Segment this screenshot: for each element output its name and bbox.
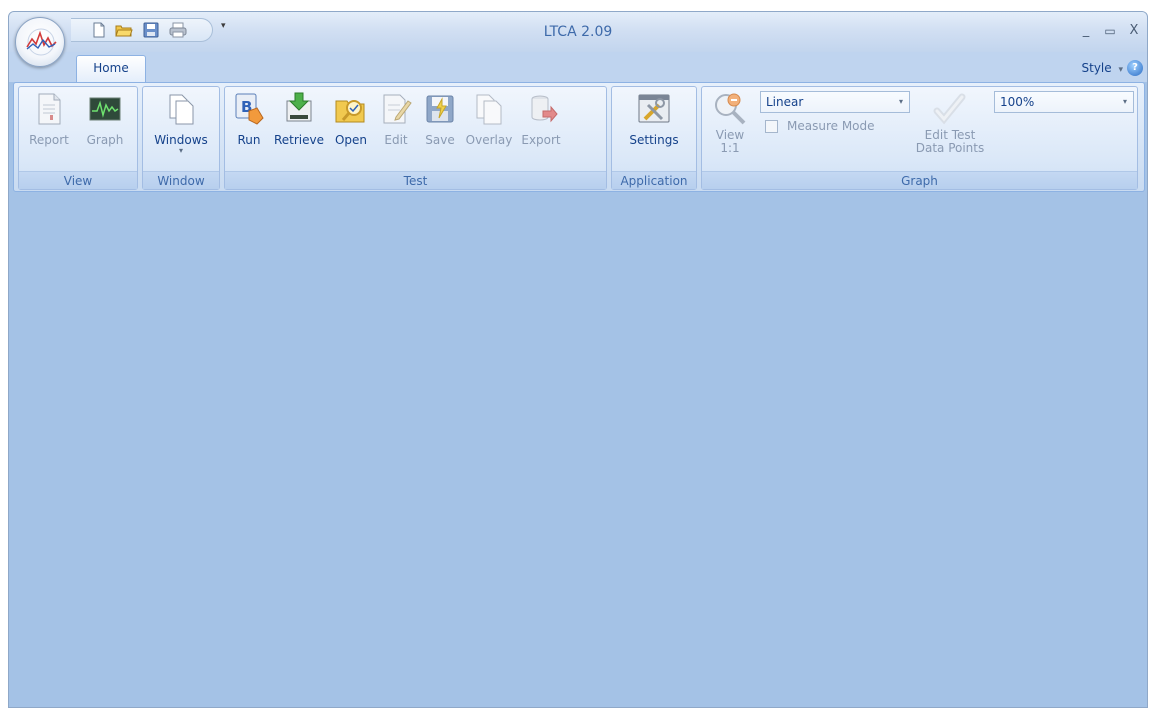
chevron-down-icon: ▾ <box>1118 65 1123 75</box>
settings-icon <box>636 91 672 127</box>
overlay-button[interactable]: Overlay <box>463 91 515 163</box>
ribbon-group-application: Settings Application <box>611 86 697 190</box>
open-button[interactable]: Open <box>329 91 373 163</box>
app-window: ▾ LTCA 2.09 _ ▭ X Home Style ▾ ? Report <box>8 11 1148 708</box>
view-1-1-button[interactable]: View 1:1 <box>708 91 752 163</box>
export-button[interactable]: Export <box>517 91 565 163</box>
run-label: Run <box>237 133 261 147</box>
retrieve-icon <box>281 91 317 127</box>
chevron-down-icon: ▾ <box>178 146 183 155</box>
chevron-down-icon: ▾ <box>898 97 903 106</box>
graph-button[interactable]: Graph <box>78 91 132 163</box>
overlay-icon <box>471 91 507 127</box>
ribbon-group-graph: View 1:1 Linear ▾ Measure Mode Edit Test… <box>701 86 1138 190</box>
ribbon-group-test: B Run Retrieve Open Edit Save Overlay Ex… <box>224 86 607 190</box>
measure-mode-label: Measure Mode <box>787 119 875 133</box>
retrieve-label: Retrieve <box>273 133 325 147</box>
group-label-graph: Graph <box>702 171 1137 189</box>
scale-select-value: Linear <box>766 95 804 109</box>
title-bar: ▾ LTCA 2.09 _ ▭ X <box>9 12 1147 67</box>
group-label-window: Window <box>143 171 219 189</box>
view-label-line2: 1:1 <box>720 141 740 155</box>
maximize-button[interactable]: ▭ <box>1101 24 1119 38</box>
scale-select[interactable]: Linear ▾ <box>760 91 910 113</box>
close-button[interactable]: X <box>1125 24 1143 38</box>
app-menu-orb-icon[interactable] <box>15 17 65 67</box>
group-label-application: Application <box>612 171 696 189</box>
zoom-out-icon <box>712 91 748 127</box>
edit-test-data-points-button[interactable]: Edit Test Data Points <box>910 91 990 163</box>
ribbon-tab-strip: Home Style ▾ ? <box>9 52 1147 82</box>
run-icon: B <box>231 91 267 127</box>
report-button[interactable]: Report <box>22 91 76 163</box>
windows-icon <box>163 91 199 127</box>
tab-home[interactable]: Home <box>76 55 146 82</box>
open-label: Open <box>334 133 368 147</box>
zoom-select-value: 100% <box>1000 95 1035 109</box>
edit-test-label-line2: Data Points <box>915 141 985 155</box>
ribbon-group-window: Windows ▾ Window <box>142 86 220 190</box>
save-label: Save <box>425 133 455 147</box>
style-menu-label: Style <box>1081 61 1112 75</box>
export-icon <box>523 91 559 127</box>
zoom-select[interactable]: 100% ▾ <box>994 91 1134 113</box>
minimize-button[interactable]: _ <box>1077 24 1095 38</box>
windows-button[interactable]: Windows ▾ <box>147 91 215 163</box>
report-icon <box>31 91 67 127</box>
style-menu[interactable]: Style ▾ <box>1082 61 1124 75</box>
windows-label: Windows <box>154 133 208 147</box>
checkmark-icon <box>932 91 968 127</box>
retrieve-button[interactable]: Retrieve <box>271 91 327 163</box>
ribbon-group-view: Report Graph View <box>18 86 138 190</box>
overlay-label: Overlay <box>465 133 513 147</box>
run-button[interactable]: B Run <box>229 91 269 163</box>
graph-label: Graph <box>86 133 124 147</box>
help-icon[interactable]: ? <box>1127 60 1143 76</box>
open-icon <box>333 91 369 127</box>
edit-label: Edit <box>384 133 408 147</box>
edit-icon <box>378 91 414 127</box>
report-label: Report <box>29 133 69 147</box>
group-label-view: View <box>19 171 137 189</box>
ribbon-panel: Report Graph View Windows ▾ Window B Run… <box>13 82 1145 192</box>
mdi-client-area <box>9 196 1147 707</box>
graph-icon <box>87 91 123 127</box>
save-button[interactable]: Save <box>419 91 461 163</box>
settings-button[interactable]: Settings <box>618 91 690 163</box>
group-label-test: Test <box>225 171 606 189</box>
edit-button[interactable]: Edit <box>375 91 417 163</box>
settings-label: Settings <box>629 133 679 147</box>
checkbox-box <box>765 120 778 133</box>
chevron-down-icon: ▾ <box>1122 97 1127 106</box>
window-title: LTCA 2.09 <box>543 24 613 40</box>
save-icon <box>422 91 458 127</box>
export-label: Export <box>521 133 561 147</box>
